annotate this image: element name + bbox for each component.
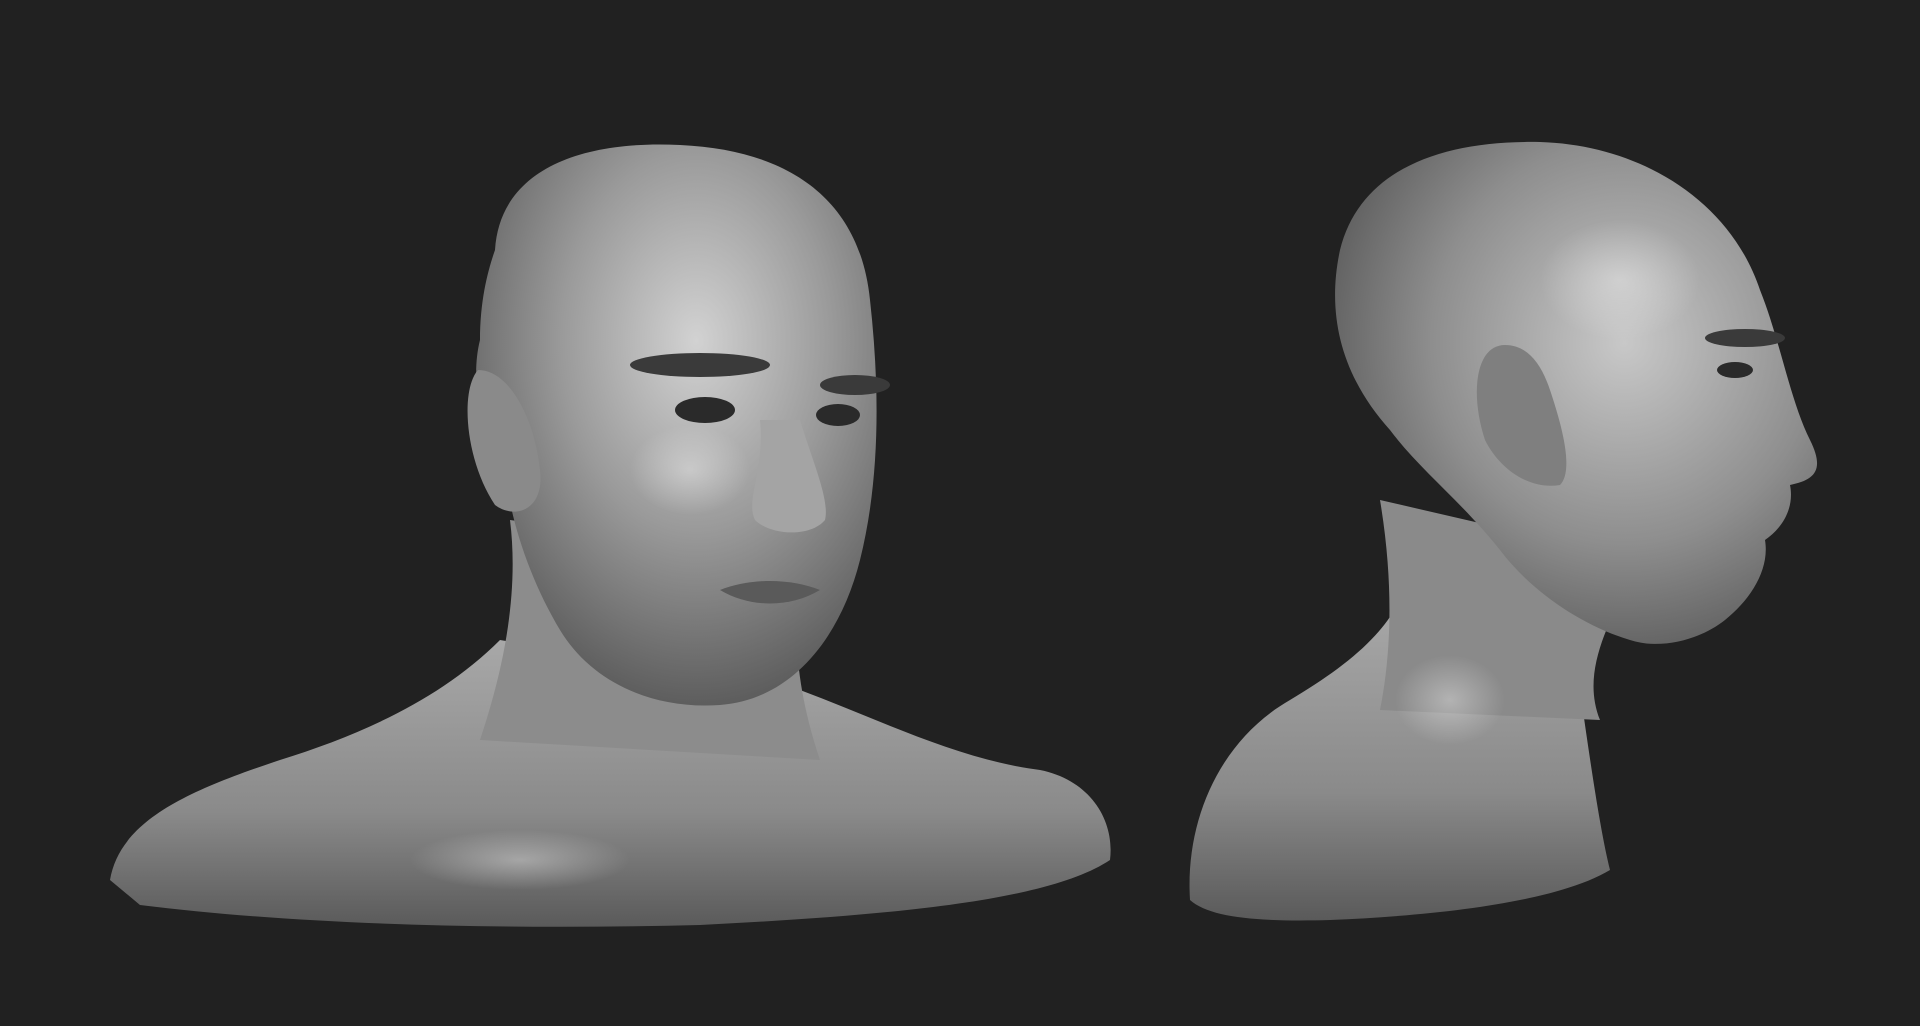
brow-left-bust <box>630 353 770 377</box>
cheek-highlight-left-bust <box>630 425 750 515</box>
eye-left-bust-b <box>816 404 860 426</box>
brow-right-profile <box>1705 329 1785 347</box>
scalp-highlight-right-bust <box>1540 220 1700 340</box>
eye-right-profile <box>1717 362 1753 378</box>
chest-highlight-left-bust <box>410 830 630 890</box>
render-svg <box>0 0 1920 1026</box>
neck-highlight-right-bust <box>1395 655 1505 745</box>
sculpt-render-canvas <box>0 0 1920 1026</box>
brow-right-bust <box>820 375 890 395</box>
eye-left-bust-a <box>675 397 735 423</box>
